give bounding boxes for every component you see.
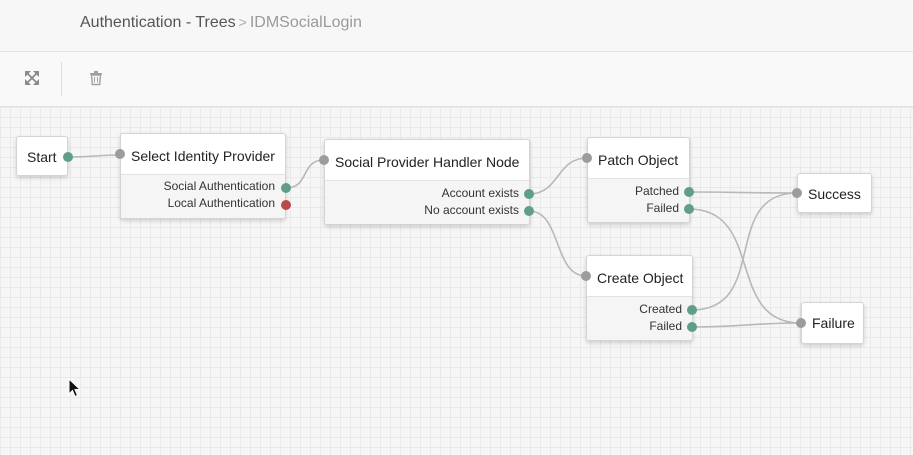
outcome-label-account-exists: Account exists: [441, 186, 519, 200]
breadcrumb-separator: >: [238, 14, 247, 30]
tree-toolbar: [0, 52, 913, 107]
success-input-port[interactable]: [792, 188, 802, 198]
outcome-label-social-authentication: Social Authentication: [163, 179, 275, 193]
breadcrumb: Authentication - Trees > IDMSocialLogin: [80, 14, 362, 32]
page-header: Authentication - Trees > IDMSocialLogin: [0, 0, 913, 52]
node-success[interactable]: Success: [797, 173, 872, 213]
node-success-title: Success: [808, 186, 861, 202]
node-failure-title: Failure: [812, 315, 855, 331]
wire-patched-to-success: [688, 191, 798, 194]
social-handler-input-port[interactable]: [319, 155, 329, 165]
node-create-object[interactable]: Create Object Created Failed: [586, 255, 693, 341]
mouse-cursor-icon: [68, 377, 82, 403]
wire-no-account-to-create: [528, 210, 587, 277]
trash-icon[interactable]: [89, 70, 107, 88]
toolbar-divider: [61, 62, 62, 96]
node-start[interactable]: Start: [16, 136, 68, 176]
node-title: Patch Object: [598, 152, 679, 168]
breadcrumb-parent-link[interactable]: Authentication - Trees: [80, 14, 236, 31]
outcome-label-failed: Failed: [646, 201, 679, 215]
select-idp-input-port[interactable]: [115, 149, 125, 159]
node-title: Social Provider Handler Node: [335, 154, 520, 170]
no-account-exists-port[interactable]: [524, 206, 534, 216]
wire-start-to-select: [67, 154, 122, 158]
account-exists-port[interactable]: [524, 189, 534, 199]
wire-create-failed-to-failure: [691, 322, 802, 328]
node-social-provider-handler[interactable]: Social Provider Handler Node Account exi…: [324, 139, 530, 225]
node-start-title: Start: [27, 149, 57, 165]
outcome-label-no-account-exists: No account exists: [424, 203, 519, 217]
patched-port[interactable]: [684, 187, 694, 197]
node-outcomes: Patched Failed: [588, 178, 689, 222]
create-failed-port[interactable]: [687, 322, 697, 332]
node-outcomes: Account exists No account exists: [325, 180, 529, 224]
node-patch-object[interactable]: Patch Object Patched Failed: [587, 137, 690, 223]
wire-created-to-success: [691, 192, 798, 311]
node-failure[interactable]: Failure: [801, 302, 864, 344]
wire-account-exists-to-patch: [528, 157, 588, 195]
node-select-identity-provider[interactable]: Select Identity Provider Social Authenti…: [120, 133, 286, 219]
local-authentication-port[interactable]: [281, 200, 291, 210]
patch-object-input-port[interactable]: [582, 153, 592, 163]
failure-input-port[interactable]: [796, 318, 806, 328]
patch-failed-port[interactable]: [684, 204, 694, 214]
outcome-label-failed: Failed: [649, 319, 682, 333]
wire-patch-failed-to-failure: [688, 208, 802, 324]
node-title: Create Object: [597, 270, 684, 286]
tree-canvas[interactable]: Start Select Identity Provider Social Au…: [0, 107, 913, 455]
breadcrumb-current: IDMSocialLogin: [249, 14, 362, 31]
expand-arrows-icon[interactable]: [24, 70, 42, 88]
created-port[interactable]: [687, 305, 697, 315]
wire-social-to-handler: [285, 159, 325, 189]
social-authentication-port[interactable]: [281, 183, 291, 193]
outcome-label-created: Created: [639, 302, 682, 316]
create-object-input-port[interactable]: [581, 271, 591, 281]
node-title: Select Identity Provider: [131, 148, 275, 164]
node-outcomes: Created Failed: [587, 296, 692, 340]
outcome-label-patched: Patched: [634, 184, 679, 198]
start-output-port[interactable]: [63, 152, 73, 162]
node-outcomes: Social Authentication Local Authenticati…: [121, 174, 285, 218]
outcome-label-local-authentication: Local Authentication: [167, 196, 275, 210]
